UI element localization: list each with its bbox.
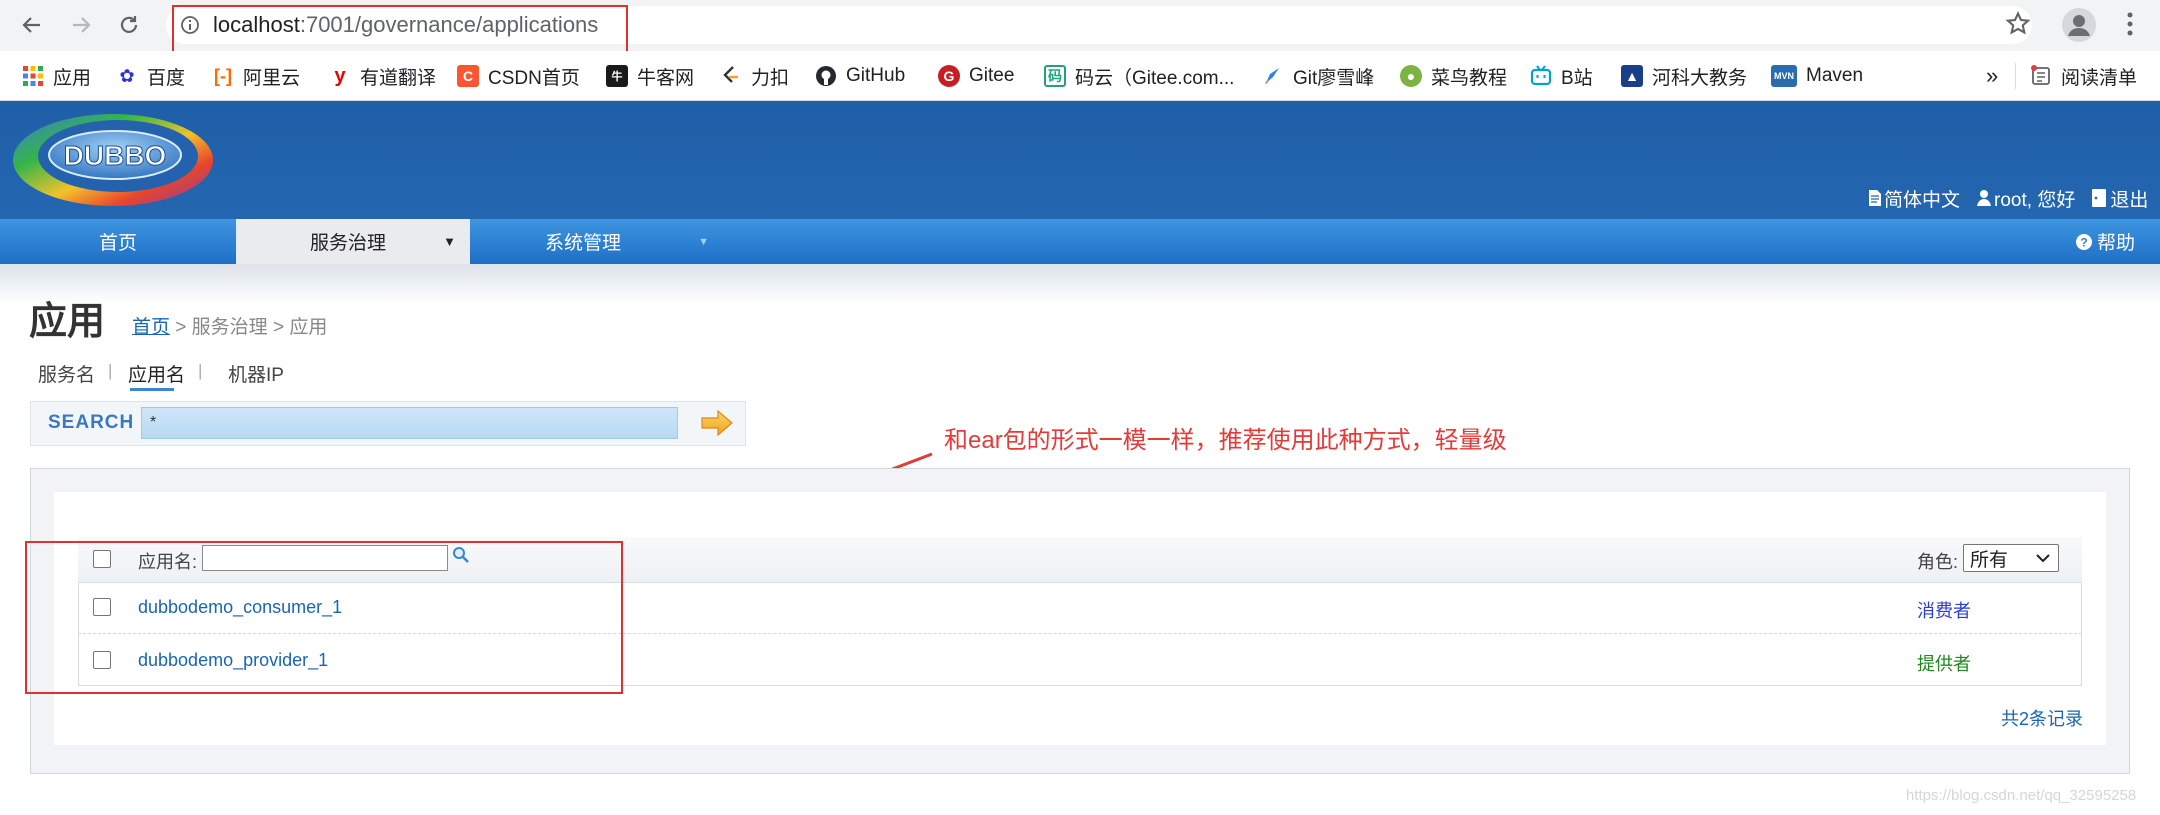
bookmark-gitee-code[interactable]: 码码云（Gitee.com... [1044, 51, 1234, 101]
page-title: 应用 [29, 301, 106, 343]
subtab-machine-ip[interactable]: 机器IP [228, 360, 284, 387]
bookmark-bilibili[interactable]: B站 [1530, 51, 1593, 101]
reading-list-icon [2030, 65, 2052, 87]
svg-text:?: ? [2080, 235, 2087, 249]
gitee-code-icon: 码 [1044, 65, 1066, 87]
role-select[interactable]: 所有 [1963, 544, 2059, 572]
record-count: 共2条记录 [2001, 709, 2084, 729]
chevron-down-icon [2036, 554, 2050, 563]
bookmark-gitee[interactable]: G Gitee [938, 51, 1014, 101]
help-icon: ? [2075, 233, 2092, 250]
logout-link[interactable]: 退出 [2091, 185, 2148, 212]
youdao-icon: y [334, 64, 346, 87]
role-label: 消费者 [1917, 601, 1971, 621]
nav-home[interactable]: 首页 [0, 219, 236, 264]
bookmark-nowcoder[interactable]: 牛牛客网 [606, 51, 694, 101]
bookmark-star-icon[interactable] [2004, 10, 2032, 43]
runoob-icon: ● [1400, 65, 1422, 87]
user-greeting: root, 您好 [1976, 185, 2075, 212]
watermark: https://blog.csdn.net/qq_32595258 [1906, 787, 2137, 804]
breadcrumb-home-link[interactable]: 首页 [132, 317, 170, 338]
maven-icon: MVN [1771, 65, 1797, 87]
search-label: SEARCH [48, 412, 135, 433]
bookmark-baidu[interactable]: ✿ 百度 [116, 51, 185, 101]
back-arrow-icon[interactable] [17, 10, 47, 40]
bookmark-csdn[interactable]: C CSDN首页 [457, 51, 580, 101]
bookmark-aliyun[interactable]: [-] 阿里云 [212, 51, 300, 101]
nav-shadow [0, 264, 2160, 304]
profile-avatar-icon[interactable] [2062, 8, 2096, 42]
bookmark-runoob[interactable]: ● 菜鸟教程 [1400, 51, 1507, 101]
dubbo-logo[interactable]: DUBBO [8, 110, 218, 210]
active-subtab-indicator [130, 388, 174, 391]
nowcoder-icon: 牛 [606, 65, 628, 87]
logout-door-icon [2092, 189, 2107, 207]
url-highlight-box [172, 5, 628, 57]
bookmark-apps[interactable]: 应用 [22, 51, 91, 101]
rows-highlight-box [25, 541, 623, 694]
nav-system-admin[interactable]: 系统管理 ▼ [470, 219, 709, 264]
baidu-paw-icon: ✿ [119, 65, 135, 86]
bookmarks-more-button[interactable]: » [1986, 51, 1998, 101]
bookmarks-bar: 应用 ✿ 百度 [-] 阿里云 y 有道翻译 C CSDN首页 牛牛客网 力扣 GitH… [0, 51, 2160, 101]
role-label: 提供者 [1917, 654, 1971, 674]
nav-dropdown-arrow-icon: ▼ [698, 235, 709, 248]
bookmarks-divider [2015, 63, 2016, 89]
subtab-service-name[interactable]: 服务名 [38, 360, 95, 387]
university-icon: ▲ [1621, 65, 1643, 87]
nav-service-governance[interactable]: 服务治理 ▼ [236, 219, 470, 264]
breadcrumb: 首页 > 服务治理 > 应用 [132, 317, 328, 338]
github-icon [815, 65, 837, 87]
app-header [0, 101, 2160, 219]
apps-grid-icon [22, 65, 44, 87]
bookmark-maven[interactable]: MVN Maven [1771, 51, 1863, 101]
bookmark-github[interactable]: GitHub [815, 51, 905, 101]
subtab-separator: | [108, 361, 113, 380]
subtab-application-name[interactable]: 应用名 [128, 360, 185, 387]
document-icon [1869, 190, 1881, 206]
subtab-separator: | [198, 361, 203, 380]
forward-arrow-icon[interactable] [66, 10, 96, 40]
rocket-icon [1262, 65, 1284, 87]
language-link[interactable]: 简体中文 [1868, 185, 1960, 212]
search-go-arrow-icon[interactable] [700, 408, 734, 438]
browser-menu-icon[interactable] [2125, 10, 2135, 43]
nav-dropdown-arrow-icon: ▼ [443, 234, 456, 249]
aliyun-icon: [-] [214, 65, 232, 86]
bookmark-leetcode[interactable]: 力扣 [720, 51, 789, 101]
bookmark-git-liaoxuefeng[interactable]: Git廖雪峰 [1262, 51, 1374, 101]
bookmark-youdao[interactable]: y 有道翻译 [329, 51, 436, 101]
search-input[interactable] [141, 407, 678, 439]
bookmark-university[interactable]: ▲ 河科大教务 [1621, 51, 1747, 101]
reload-icon[interactable] [114, 10, 144, 40]
header-links: 简体中文 root, 您好 退出 [1868, 185, 2148, 212]
bilibili-icon [1530, 65, 1552, 87]
reading-list-button[interactable]: 阅读清单 [2030, 51, 2137, 101]
help-link[interactable]: ? 帮助 [2060, 219, 2150, 264]
logo-text: DUBBO [64, 140, 167, 171]
role-filter-label: 角色: [1917, 552, 1959, 572]
user-icon [1977, 190, 1992, 206]
leetcode-icon [720, 65, 742, 87]
annotation-text: 和ear包的形式一模一样，推荐使用此种方式，轻量级 [944, 427, 1507, 454]
gitee-icon: G [938, 65, 960, 87]
csdn-icon: C [457, 65, 479, 87]
